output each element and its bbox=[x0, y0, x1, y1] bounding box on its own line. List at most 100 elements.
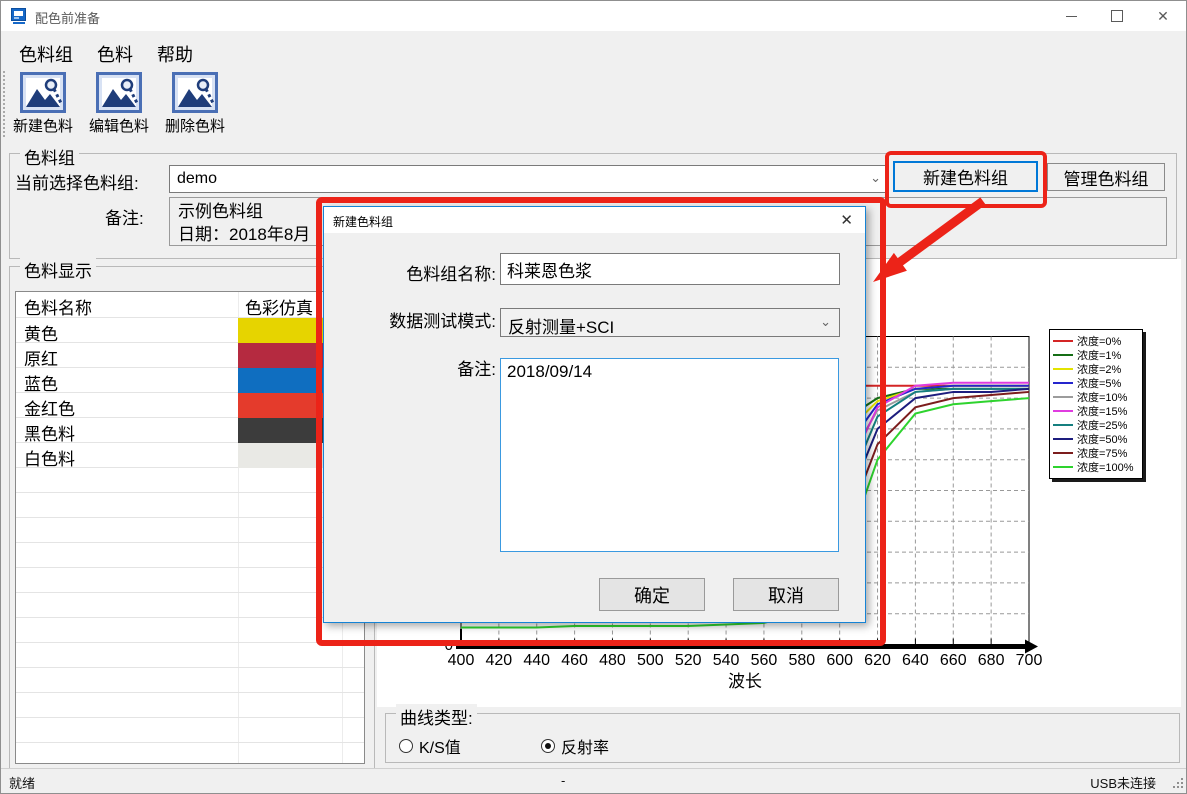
minimize-button[interactable] bbox=[1048, 1, 1094, 31]
dialog-mode-label: 数据测试模式: bbox=[336, 307, 496, 332]
tool-button-label: 编辑色料 bbox=[89, 115, 149, 136]
radio-label: K/S值 bbox=[419, 734, 461, 758]
maximize-button[interactable] bbox=[1094, 1, 1140, 31]
table-empty-row[interactable] bbox=[16, 568, 364, 593]
colorant-display-group-title: 色料显示 bbox=[20, 257, 96, 282]
table-empty-row[interactable] bbox=[16, 468, 364, 493]
table-row[interactable]: 黄色 bbox=[16, 318, 364, 343]
chart-legend: 浓度=0%浓度=1%浓度=2%浓度=5%浓度=10%浓度=15%浓度=25%浓度… bbox=[1049, 329, 1143, 479]
new-colorant-set-dialog: 新建色料组 ✕ 色料组名称: 数据测试模式: 反射测量+SCI ⌄ 备注: 20… bbox=[323, 206, 866, 623]
tool-button-1[interactable]: 新建色料 bbox=[9, 70, 77, 138]
remark-label: 备注: bbox=[105, 204, 144, 229]
dialog-mode-combobox[interactable]: 反射测量+SCI ⌄ bbox=[500, 308, 840, 337]
x-tick-label: 460 bbox=[561, 652, 588, 669]
menu-item-2[interactable]: 色料 bbox=[85, 38, 145, 70]
x-axis-title: 波长 bbox=[728, 672, 762, 691]
legend-line-swatch bbox=[1053, 396, 1073, 398]
legend-entry: 浓度=25% bbox=[1053, 418, 1139, 432]
x-tick-label: 680 bbox=[978, 652, 1005, 669]
curve-type-group-title: 曲线类型: bbox=[396, 704, 477, 729]
status-center: - bbox=[561, 773, 565, 788]
col-header-name: 色料名称 bbox=[24, 294, 92, 319]
colorant-set-combobox[interactable]: demo ⌄ bbox=[169, 165, 889, 193]
legend-entry: 浓度=0% bbox=[1053, 334, 1139, 348]
table-empty-row[interactable] bbox=[16, 668, 364, 693]
app-icon bbox=[11, 8, 28, 25]
dialog-remark-textarea[interactable]: 2018/09/14 bbox=[500, 358, 839, 552]
legend-entry: 浓度=15% bbox=[1053, 404, 1139, 418]
close-icon: ✕ bbox=[1157, 9, 1169, 23]
dialog-cancel-button-label: 取消 bbox=[768, 582, 804, 608]
table-row[interactable]: 蓝色 bbox=[16, 368, 364, 393]
table-empty-row[interactable] bbox=[16, 693, 364, 718]
manage-colorant-set-button[interactable]: 管理色料组 bbox=[1047, 163, 1165, 191]
table-row[interactable]: 金红色 bbox=[16, 393, 364, 418]
maximize-icon bbox=[1111, 10, 1123, 22]
app-window: 配色前准备 ✕ 色料组色料帮助 新建色料编辑色料删除色料 色料组 当前选择色料组… bbox=[0, 0, 1187, 794]
legend-entry: 浓度=2% bbox=[1053, 362, 1139, 376]
x-tick-label: 400 bbox=[448, 652, 475, 669]
x-tick-label: 420 bbox=[486, 652, 513, 669]
new-colorant-set-button[interactable]: 新建色料组 bbox=[893, 161, 1038, 192]
x-tick-label: 500 bbox=[637, 652, 664, 669]
legend-line-swatch bbox=[1053, 354, 1073, 356]
x-tick-label: 700 bbox=[1016, 652, 1043, 669]
colorant-set-group-title: 色料组 bbox=[20, 144, 79, 169]
radio-ks-value[interactable]: K/S值 bbox=[399, 734, 461, 758]
legend-line-swatch bbox=[1053, 466, 1073, 468]
table-row[interactable]: 白色料 bbox=[16, 443, 364, 468]
colorant-name: 蓝色 bbox=[24, 370, 58, 395]
manage-colorant-set-button-label: 管理色料组 bbox=[1064, 165, 1149, 190]
legend-entry: 浓度=5% bbox=[1053, 376, 1139, 390]
table-row[interactable]: 黑色料 bbox=[16, 418, 364, 443]
x-tick-label: 620 bbox=[864, 652, 891, 669]
dialog-close-icon[interactable]: ✕ bbox=[840, 211, 853, 229]
radio-reflectance[interactable]: 反射率 bbox=[541, 734, 609, 758]
legend-entry: 浓度=100% bbox=[1053, 460, 1139, 474]
x-tick-label: 540 bbox=[713, 652, 740, 669]
resize-grip-icon[interactable] bbox=[1171, 778, 1183, 790]
tool-button-2[interactable]: 编辑色料 bbox=[85, 70, 153, 138]
dialog-title-bar: 新建色料组 ✕ bbox=[324, 207, 865, 233]
x-tick-label: 660 bbox=[940, 652, 967, 669]
legend-line-swatch bbox=[1053, 368, 1073, 370]
colorant-name: 原红 bbox=[24, 345, 58, 370]
table-empty-row[interactable] bbox=[16, 718, 364, 743]
table-empty-row[interactable] bbox=[16, 593, 364, 618]
table-empty-row[interactable] bbox=[16, 493, 364, 518]
tool-button-label: 新建色料 bbox=[13, 115, 73, 136]
picture-icon bbox=[20, 72, 66, 113]
table-empty-row[interactable] bbox=[16, 743, 364, 764]
dialog-ok-button[interactable]: 确定 bbox=[599, 578, 705, 611]
legend-entry: 浓度=1% bbox=[1053, 348, 1139, 362]
radio-icon bbox=[399, 739, 413, 753]
x-tick-label: 480 bbox=[599, 652, 626, 669]
colorant-table[interactable]: 色料名称 色彩仿真黄色原红蓝色金红色黑色料白色料 bbox=[15, 291, 365, 764]
colorant-name: 黄色 bbox=[24, 320, 58, 345]
menu-item-1[interactable]: 色料组 bbox=[7, 38, 85, 70]
table-empty-row[interactable] bbox=[16, 618, 364, 643]
table-empty-row[interactable] bbox=[16, 643, 364, 668]
status-ready: 就绪 bbox=[9, 773, 35, 792]
table-empty-row[interactable] bbox=[16, 543, 364, 568]
colorant-set-combobox-value: demo bbox=[177, 170, 217, 188]
legend-line-swatch bbox=[1053, 382, 1073, 384]
close-button[interactable]: ✕ bbox=[1140, 1, 1186, 31]
window-title: 配色前准备 bbox=[35, 8, 100, 27]
table-row[interactable]: 原红 bbox=[16, 343, 364, 368]
tool-button-3[interactable]: 删除色料 bbox=[161, 70, 229, 138]
dialog-name-label: 色料组名称: bbox=[336, 260, 496, 285]
legend-entry: 浓度=50% bbox=[1053, 432, 1139, 446]
dialog-name-input[interactable] bbox=[500, 253, 840, 285]
legend-line-swatch bbox=[1053, 452, 1073, 454]
status-usb: USB未连接 bbox=[1090, 773, 1156, 792]
legend-line-swatch bbox=[1053, 438, 1073, 440]
dialog-cancel-button[interactable]: 取消 bbox=[733, 578, 839, 611]
dialog-ok-button-label: 确定 bbox=[634, 582, 670, 608]
chevron-down-icon: ⌄ bbox=[870, 170, 881, 186]
menu-item-3[interactable]: 帮助 bbox=[145, 38, 205, 70]
dialog-title: 新建色料组 bbox=[333, 213, 393, 230]
legend-line-swatch bbox=[1053, 410, 1073, 412]
col-header-simulation: 色彩仿真 bbox=[245, 294, 313, 319]
table-empty-row[interactable] bbox=[16, 518, 364, 543]
